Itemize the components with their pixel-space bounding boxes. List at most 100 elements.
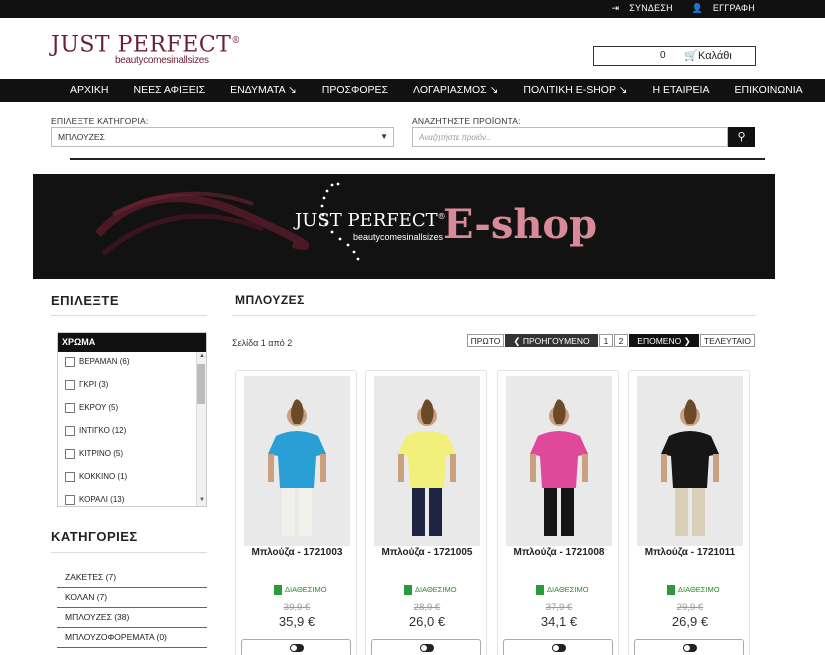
product-image[interactable] xyxy=(637,376,743,546)
product-card[interactable]: Μπλούζα - 1721005 ΔΙΑΘΕΣΙΜΟ 28,9 € 26,0 … xyxy=(365,370,487,655)
color-option[interactable]: ΕΚΡΟΥ (5) xyxy=(58,398,206,421)
categories-title: ΚΑΤΗΓΟΡΙΕΣ xyxy=(51,529,138,544)
stock-icon xyxy=(536,585,544,596)
divider xyxy=(232,315,756,316)
search-input[interactable]: Αναζητήστε προϊόν.. xyxy=(412,127,728,147)
stock-status: ΔΙΑΘΕΣΙΜΟ xyxy=(667,585,720,596)
nav-item-clothing[interactable]: ΕΝΔΥΜΑΤΑ ↘ xyxy=(230,84,297,96)
product-name[interactable]: Μπλούζα - 1721003 xyxy=(236,547,358,558)
color-option[interactable]: ΙΝΤΙΓΚΟ (12) xyxy=(58,421,206,444)
nav-item-offers[interactable]: ΠΡΟΣΦΟΡΕΣ xyxy=(322,84,388,96)
checkbox[interactable] xyxy=(65,403,75,413)
toggle-icon xyxy=(290,644,304,652)
stock-icon xyxy=(274,585,282,596)
product-name[interactable]: Μπλούζα - 1721005 xyxy=(366,547,488,558)
pager-last[interactable]: ΤΕΛΕΥΤΑΙΟ xyxy=(700,334,755,347)
cart-label: Καλάθι xyxy=(698,50,732,62)
category-item[interactable]: ΖΑΚΕΤΕΣ (7) xyxy=(57,568,207,588)
divider xyxy=(51,315,207,316)
category-label: ΕΠΙΛΕΞΤΕ ΚΑΤΗΓΟΡΙΑ: xyxy=(51,116,149,126)
search-button[interactable]: ⚲ xyxy=(728,127,755,147)
nav-item-contact[interactable]: ΕΠΙΚΟΙΝΩΝΙΑ xyxy=(734,84,802,96)
product-image[interactable] xyxy=(506,376,612,546)
category-select[interactable]: ΜΠΛΟΥΖΕΣ ▼ xyxy=(51,127,394,147)
color-option[interactable]: ΚΟΚΚΙΝΟ (1) xyxy=(58,467,206,490)
toggle-icon xyxy=(420,644,434,652)
product-image[interactable] xyxy=(244,376,350,546)
stock-icon xyxy=(404,585,412,596)
page-title: ΜΠΛΟΥΖΕΣ xyxy=(235,293,305,307)
cart-button[interactable]: 0 🛒 Καλάθι xyxy=(593,46,756,66)
chevron-left-icon: ❮ xyxy=(513,336,523,346)
pager-next[interactable]: ΕΠΟΜΕΝΟ ❯ xyxy=(629,334,699,347)
product-toggle-button[interactable] xyxy=(634,639,744,655)
divider xyxy=(51,552,207,553)
checkbox[interactable] xyxy=(65,449,75,459)
scroll-down-icon[interactable]: ▼ xyxy=(199,497,205,503)
model-figure xyxy=(661,399,719,536)
scrollbar-thumb[interactable] xyxy=(197,364,205,404)
product-toggle-button[interactable] xyxy=(241,639,351,655)
login-link[interactable]: ⇥ ΣΥΝΔΕΣΗ xyxy=(604,3,673,13)
search-icon: ⚲ xyxy=(737,131,746,143)
swirl-decoration xyxy=(95,191,310,256)
nav-item-eshop-policy[interactable]: ΠΟΛΙΤΙΚΗ E-SHOP ↘ xyxy=(523,84,627,96)
nav-item-company[interactable]: Η ΕΤΑΙΡΕΙΑ xyxy=(652,84,709,96)
category-item[interactable]: ΚΟΛΑΝ (7) xyxy=(57,588,207,608)
toggle-icon xyxy=(683,644,697,652)
pager-page-1[interactable]: 1 xyxy=(599,334,613,347)
category-list: ΖΑΚΕΤΕΣ (7) ΚΟΛΑΝ (7) ΜΠΛΟΥΖΕΣ (38) ΜΠΛΟ… xyxy=(57,568,207,648)
top-bar: ⇥ ΣΥΝΔΕΣΗ 👤 ΕΓΓΡΑΦΗ xyxy=(0,0,825,18)
toggle-icon xyxy=(552,644,566,652)
product-card[interactable]: Μπλούζα - 1721003 ΔΙΑΘΕΣΙΜΟ 39,9 € 35,9 … xyxy=(235,370,357,655)
category-item[interactable]: ΜΠΛΟΥΖΟΦΟΡΕΜΑΤΑ (0) xyxy=(57,628,207,648)
user-icon: 👤 xyxy=(691,3,703,13)
login-icon: ⇥ xyxy=(611,3,620,13)
checkbox[interactable] xyxy=(65,357,75,367)
color-option[interactable]: ΓΚΡΙ (3) xyxy=(58,375,206,398)
stock-status: ΔΙΑΘΕΣΙΜΟ xyxy=(536,585,589,596)
product-toggle-button[interactable] xyxy=(371,639,481,655)
product-card[interactable]: Μπλούζα - 1721011 ΔΙΑΘΕΣΙΜΟ 29,9 € 26,9 … xyxy=(628,370,750,655)
product-name[interactable]: Μπλούζα - 1721011 xyxy=(629,547,751,558)
main-navigation: ΑΡΧΙΚΗ ΝΕΕΣ ΑΦΙΞΕΙΣ ΕΝΔΥΜΑΤΑ ↘ ΠΡΟΣΦΟΡΕΣ… xyxy=(0,79,825,102)
old-price: 28,9 € xyxy=(413,602,441,613)
checkbox[interactable] xyxy=(65,472,75,482)
product-price: 35,9 € xyxy=(278,614,316,629)
banner-brand: JUST PERFECT® xyxy=(295,210,446,231)
register-link[interactable]: 👤 ΕΓΓΡΑΦΗ xyxy=(684,3,755,13)
old-price: 39,9 € xyxy=(283,602,311,613)
pager-first[interactable]: ΠΡΩΤΟ xyxy=(467,334,504,347)
product-toggle-button[interactable] xyxy=(503,639,613,655)
checkbox[interactable] xyxy=(65,380,75,390)
color-filter: ΧΡΩΜΑ ΒΕΡΑΜΑΝ (6) ΓΚΡΙ (3) ΕΚΡΟΥ (5) ΙΝΤ… xyxy=(57,332,207,507)
cart-count: 0 xyxy=(660,50,666,61)
color-option[interactable]: ΒΕΡΑΜΑΝ (6) xyxy=(58,352,206,375)
divider xyxy=(70,158,765,160)
eshop-banner: JUST PERFECT® beautycomesinallsizes E-sh… xyxy=(33,174,775,279)
nav-item-account[interactable]: ΛΟΓΑΡΙΑΣΜΟΣ ↘ xyxy=(413,84,498,96)
pager-previous[interactable]: ❮ ΠΡΟΗΓΟΥΜΕΝΟ xyxy=(505,334,598,347)
nav-item-new-arrivals[interactable]: ΝΕΕΣ ΑΦΙΞΕΙΣ xyxy=(134,84,206,96)
product-price: 26,9 € xyxy=(671,614,709,629)
model-figure xyxy=(268,399,326,536)
dropdown-arrow-icon: ▼ xyxy=(380,132,388,141)
old-price: 29,9 € xyxy=(676,602,704,613)
model-figure xyxy=(530,399,588,536)
stock-status: ΔΙΑΘΕΣΙΜΟ xyxy=(274,585,327,596)
product-card[interactable]: Μπλούζα - 1721008 ΔΙΑΘΕΣΙΜΟ 37,9 € 34,1 … xyxy=(497,370,619,655)
pager-page-2[interactable]: 2 xyxy=(614,334,628,347)
product-image[interactable] xyxy=(374,376,480,546)
color-option[interactable]: ΚΟΡΑΛΙ (13) xyxy=(58,490,206,506)
site-logo[interactable]: JUST PERFECT® beautycomesinallsizes xyxy=(51,30,241,67)
stock-icon xyxy=(667,585,675,596)
model-figure xyxy=(398,399,456,536)
category-item[interactable]: ΜΠΛΟΥΖΕΣ (38) xyxy=(57,608,207,628)
nav-item-home[interactable]: ΑΡΧΙΚΗ xyxy=(70,84,109,96)
checkbox[interactable] xyxy=(65,495,75,505)
chevron-right-icon: ❯ xyxy=(681,336,691,346)
scroll-up-icon[interactable]: ▲ xyxy=(199,353,205,359)
checkbox[interactable] xyxy=(65,426,75,436)
color-option[interactable]: ΚΙΤΡΙΝΟ (5) xyxy=(58,444,206,467)
product-name[interactable]: Μπλούζα - 1721008 xyxy=(498,547,620,558)
